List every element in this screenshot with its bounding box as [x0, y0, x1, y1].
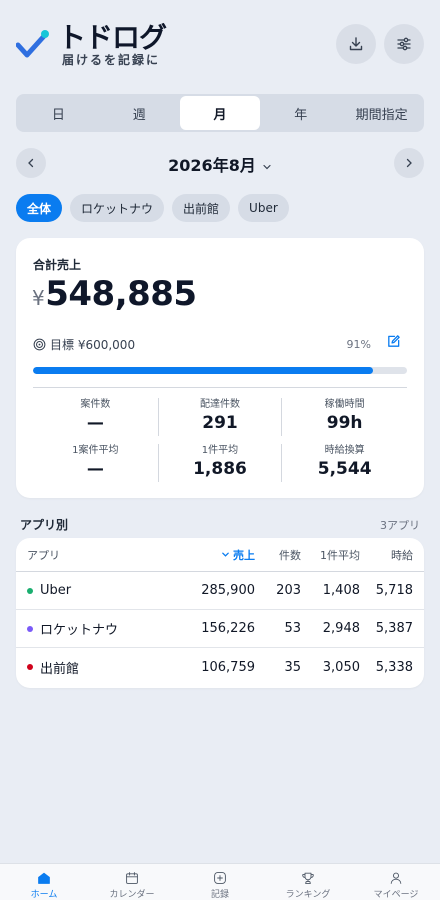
settings-button[interactable] — [384, 24, 424, 64]
section-count: 3アプリ — [380, 519, 420, 532]
stat-working-hours: 稼働時間 99h — [324, 399, 365, 433]
nav-home[interactable]: ホーム — [0, 864, 88, 900]
filter-uber[interactable]: Uber — [238, 194, 289, 222]
tab-custom-range[interactable]: 期間指定 — [341, 96, 422, 130]
app-filter-chips: 全体 ロケットナウ 出前館 Uber — [16, 194, 289, 222]
stat-avg-per-case: 1案件平均 — — [72, 445, 119, 479]
header-count[interactable]: 件数 — [279, 547, 301, 563]
nav-record[interactable]: 記録 — [176, 864, 264, 900]
target-progress-fill — [33, 367, 374, 374]
stats-grid: 案件数 — 配達件数 291 稼働時間 99h 1案件平均 — 1件平均 1,8… — [33, 398, 407, 482]
edit-target-icon[interactable] — [386, 334, 401, 349]
sales-amount-value: 548,885 — [45, 274, 197, 314]
stat-avg-per-delivery: 1件平均 1,886 — [157, 444, 283, 482]
sales-amount: ¥548,885 — [32, 274, 197, 314]
app-subtitle: 届けるを記録に — [62, 53, 161, 67]
table-row[interactable]: ロケットナウ 156,226 53 2,948 5,387 — [16, 610, 424, 648]
user-icon — [390, 872, 402, 884]
stat-deliveries: 配達件数 291 — [157, 398, 283, 436]
month-label: 2026年8月 — [168, 156, 256, 175]
header-hourly[interactable]: 時給 — [391, 547, 413, 563]
table-row[interactable]: Uber 285,900 203 1,408 5,718 — [16, 572, 424, 610]
header-app[interactable]: アプリ — [27, 547, 60, 563]
app-title: トドログ — [58, 21, 167, 54]
nav-calendar[interactable]: カレンダー — [88, 864, 176, 900]
chevron-down-icon — [263, 164, 271, 169]
stat-hourly-rate: 時給換算 5,544 — [317, 445, 372, 479]
month-navigation: 2026年8月 — [16, 148, 424, 178]
filter-all[interactable]: 全体 — [16, 194, 63, 222]
calendar-icon — [126, 872, 138, 884]
tab-year[interactable]: 年 — [260, 96, 341, 130]
chevron-right-icon — [406, 158, 412, 168]
app-header: トドログ 届けるを記録に — [16, 22, 424, 68]
trophy-icon — [302, 872, 314, 884]
tab-week[interactable]: 週 — [99, 96, 180, 130]
bottom-navigation: ホーム カレンダー 記録 ランキング マイページ — [0, 863, 440, 900]
app-color-dot — [27, 587, 33, 594]
table-header: アプリ 売上 件数 1件平均 時給 — [16, 538, 424, 572]
next-month-button[interactable] — [394, 148, 424, 178]
download-icon — [349, 37, 363, 51]
currency-symbol: ¥ — [32, 286, 45, 310]
sort-down-icon — [222, 552, 229, 557]
download-button[interactable] — [336, 24, 376, 64]
target-progress-bar — [33, 367, 407, 374]
apps-section-header: アプリ別 3アプリ — [20, 514, 420, 532]
sales-summary-card: 合計売上 ¥548,885 目標 ¥600,000 91% 案件数 — 配達件数… — [16, 238, 424, 498]
sales-label: 合計売上 — [33, 258, 82, 272]
month-selector[interactable]: 2026年8月 — [16, 152, 424, 176]
target-icon — [33, 338, 46, 351]
checkmark-logo-icon — [16, 30, 49, 58]
filter-rocketnow[interactable]: ロケットナウ — [70, 194, 165, 222]
home-icon — [38, 872, 50, 884]
tab-month[interactable]: 月 — [179, 96, 261, 130]
header-avg[interactable]: 1件平均 — [320, 547, 360, 563]
filter-demaekan[interactable]: 出前館 — [172, 194, 231, 222]
target-label: 目標 ¥600,000 — [50, 338, 136, 352]
app-color-dot — [27, 625, 33, 632]
section-title: アプリ別 — [20, 518, 69, 532]
app-color-dot — [27, 664, 33, 670]
stat-cases: 案件数 — — [80, 399, 111, 433]
progress-percent: 91% — [346, 338, 371, 351]
table-row[interactable]: 出前館 106,759 35 3,050 5,338 — [16, 648, 424, 686]
nav-ranking[interactable]: ランキング — [264, 864, 352, 900]
tab-day[interactable]: 日 — [18, 96, 99, 130]
divider — [33, 387, 407, 388]
period-tabs: 日 週 月 年 期間指定 — [16, 94, 424, 132]
nav-mypage[interactable]: マイページ — [352, 864, 440, 900]
plus-square-icon — [214, 872, 226, 884]
sliders-icon — [397, 37, 411, 51]
apps-table: アプリ 売上 件数 1件平均 時給 Uber 285,900 203 1,408… — [16, 538, 424, 688]
header-sales[interactable]: 売上 — [221, 547, 255, 563]
target-row: 目標 ¥600,000 91% — [33, 334, 407, 354]
